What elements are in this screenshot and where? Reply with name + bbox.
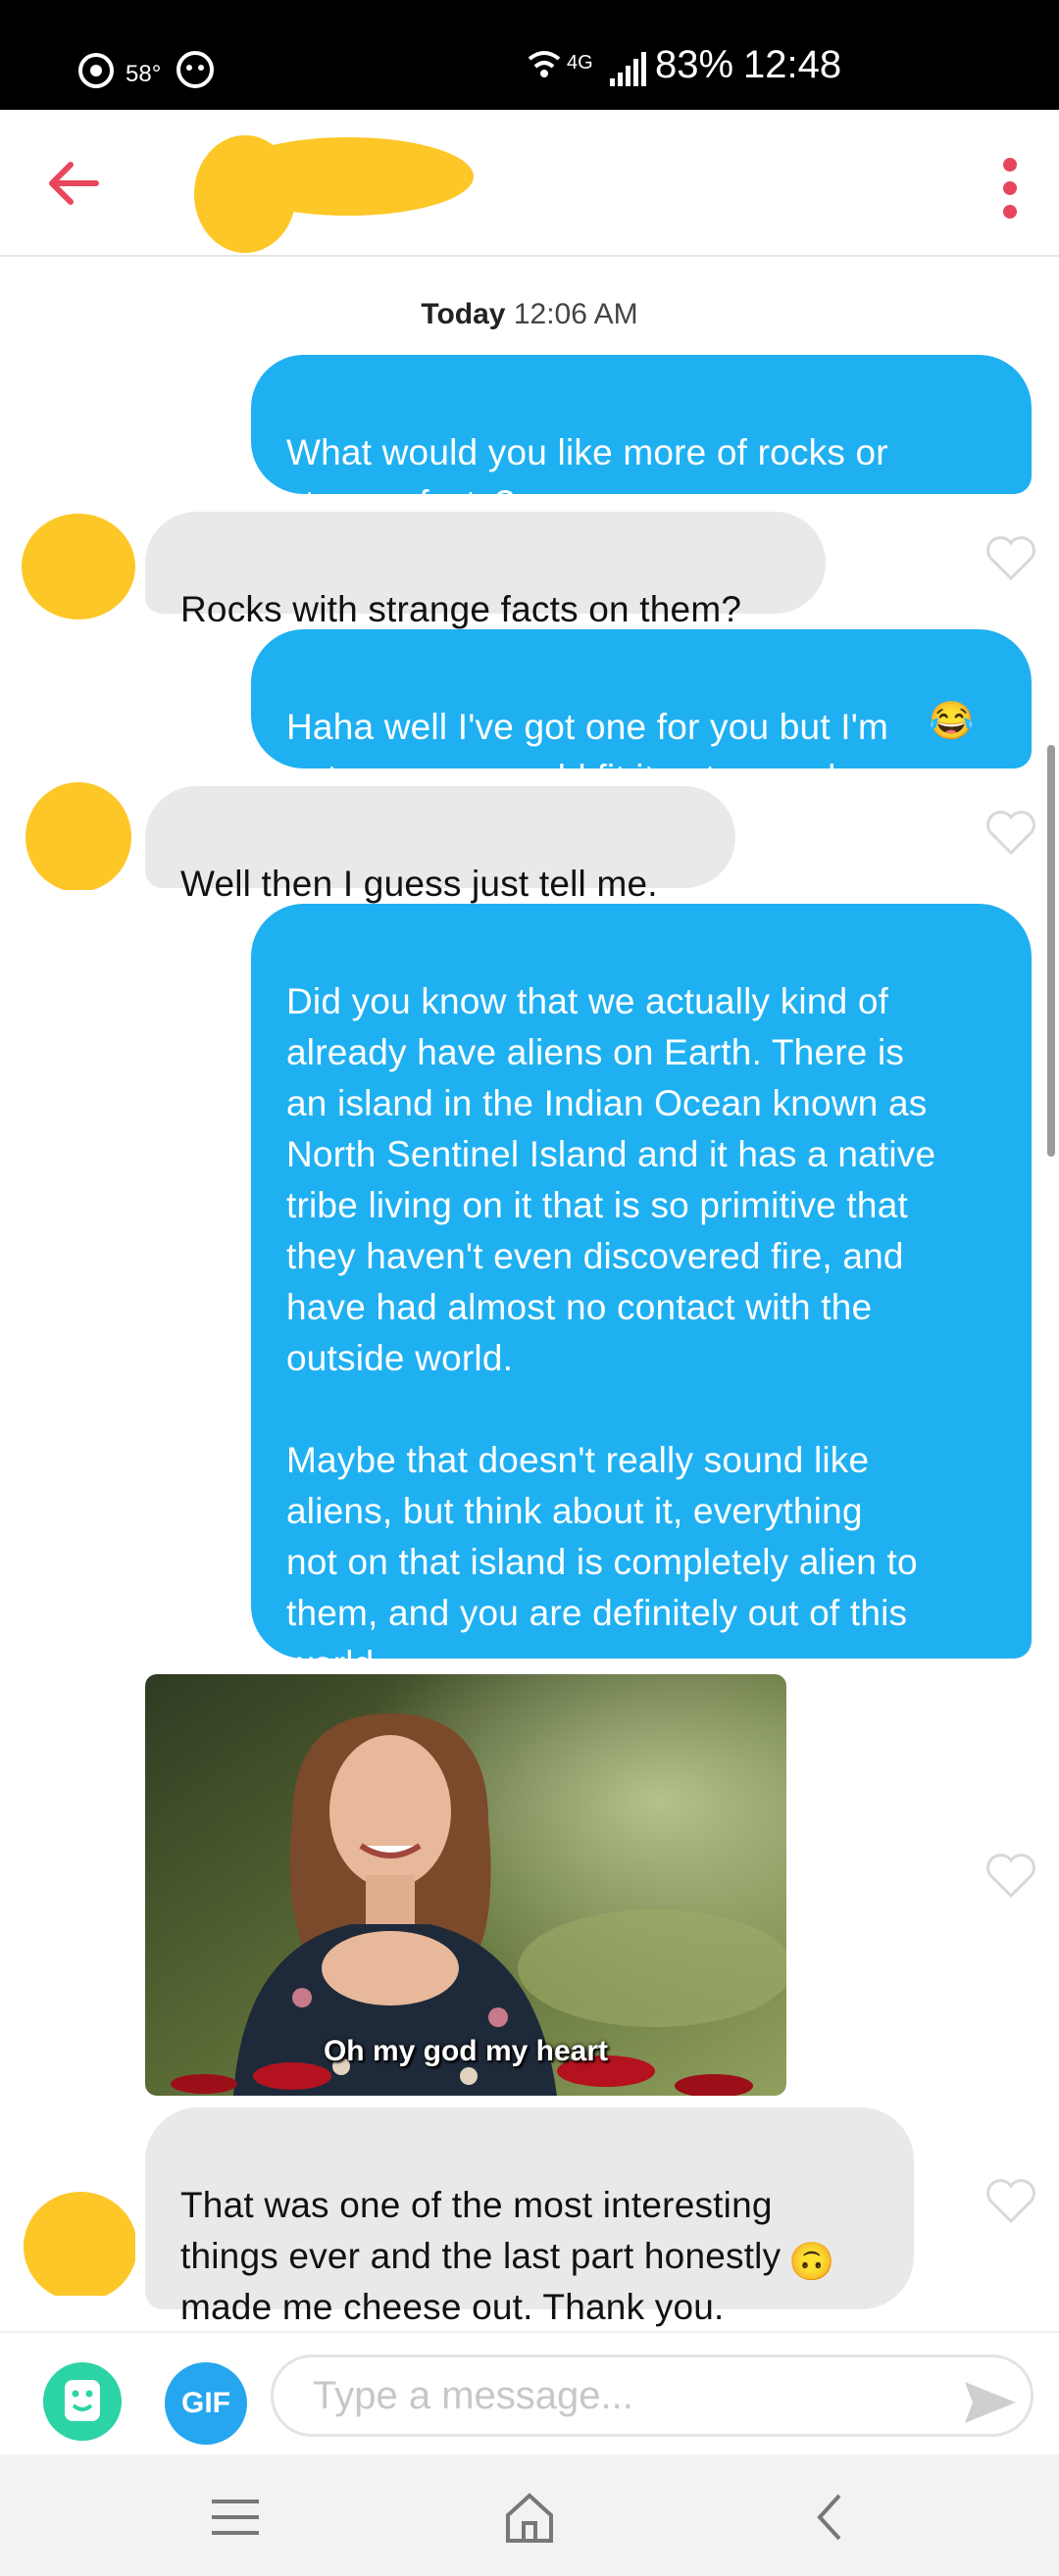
notification-app-icon [176,51,214,88]
sticker-icon [65,2380,100,2421]
home-icon[interactable] [500,2490,559,2545]
like-heart-icon[interactable] [984,2178,1037,2225]
date-day: Today [421,298,506,330]
system-navigation-bar [0,2454,1059,2576]
arrow-left-icon[interactable] [39,149,108,218]
upside-down-face-emoji: 🙃 [788,2242,835,2283]
message-text: Well then I guess just tell me. [180,864,658,904]
message-text: Haha well I've got one for you but I'm n… [286,707,889,798]
laughing-emoji: 😂 [928,701,975,742]
message-input[interactable]: Type a message... [271,2354,1034,2437]
network-type-label: 4G [567,52,593,74]
gif-image [145,1674,786,2096]
message-text: What would you like more of rocks or str… [286,432,888,523]
scrollbar[interactable] [1047,745,1055,1157]
gif-caption: Oh my god my heart [323,2035,609,2067]
incoming-message[interactable]: That was one of the most interesting thi… [145,2107,914,2327]
more-vertical-icon[interactable] [990,149,1030,227]
status-bar: 58° 4G 83% 12:48 [0,0,1059,110]
contact-avatar[interactable] [18,780,135,890]
outgoing-message[interactable]: Haha well I've got one for you but I'm n… [251,629,1032,798]
incoming-message[interactable]: Well then I guess just tell me. [145,786,735,904]
contact-avatar[interactable] [18,2186,135,2296]
back-icon[interactable] [810,2490,849,2545]
battery-percentage: 83% [655,43,734,86]
like-heart-icon[interactable] [984,1853,1037,1900]
like-heart-icon[interactable] [984,810,1037,857]
temperature-text: 58° [126,61,162,87]
outgoing-message[interactable]: What would you like more of rocks or str… [251,355,1032,523]
contact-name-redaction[interactable] [186,118,490,265]
camera-aperture-icon [78,53,114,88]
message-composer: GIF Type a message... [0,2331,1059,2456]
date-time: 12:06 AM [513,298,638,330]
message-text: That was one of the most interesting thi… [180,2185,782,2327]
contact-avatar[interactable] [18,510,135,619]
outgoing-message[interactable]: Did you know that we actually kind of al… [251,904,1032,1684]
message-text: Rocks with strange facts on them? [180,589,742,629]
gif-button[interactable]: GIF [165,2362,247,2445]
conversation-date: Today 12:06 AM [0,298,1059,331]
like-heart-icon[interactable] [984,535,1037,582]
signal-strength-icon [610,52,646,86]
incoming-message[interactable]: Rocks with strange facts on them? [145,512,826,629]
recents-icon[interactable] [206,2496,265,2539]
send-icon[interactable] [961,2378,1020,2427]
message-input-placeholder: Type a message... [313,2374,633,2417]
message-text: Did you know that we actually kind of al… [286,981,936,1684]
sticker-button[interactable] [43,2362,122,2441]
clock-time: 12:48 [743,43,842,86]
chat-header [0,110,1059,257]
wifi-icon [528,51,561,77]
gif-message[interactable]: Oh my god my heart [145,1674,786,2096]
